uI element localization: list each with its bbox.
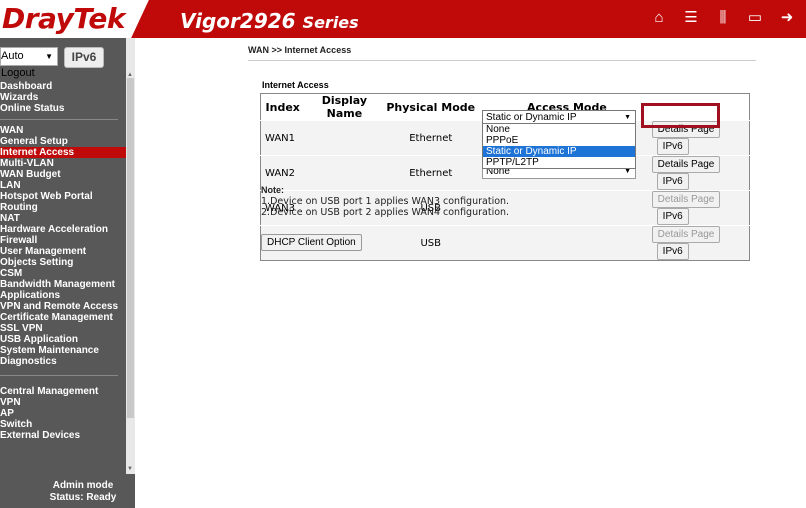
dropdown-option-none[interactable]: None bbox=[483, 124, 635, 135]
details-page-button[interactable]: Details Page bbox=[651, 226, 721, 243]
sidebar-item-user-management[interactable]: User Management bbox=[0, 246, 126, 257]
ipv6-label: IPv6 bbox=[71, 50, 97, 64]
home-icon[interactable]: ⌂ bbox=[650, 10, 668, 26]
logout-icon[interactable]: ➜ bbox=[778, 10, 796, 26]
sidebar-item-wan[interactable]: WAN bbox=[0, 125, 126, 136]
sliders-icon[interactable]: ⫼ bbox=[714, 10, 732, 26]
auto-logout-select[interactable]: Auto Logout ▼ bbox=[0, 47, 58, 79]
sidebar-item-hardware-acceleration[interactable]: Hardware Acceleration bbox=[0, 224, 126, 235]
sidebar-item-external-devices[interactable]: External Devices bbox=[0, 430, 126, 441]
chevron-down-icon: ▼ bbox=[45, 52, 53, 61]
display-icon[interactable]: ▭ bbox=[746, 10, 764, 26]
model-title: Vigor2926 Series bbox=[180, 9, 359, 33]
scrollbar-thumb[interactable] bbox=[127, 78, 134, 418]
access-mode-dropdown: None PPPoE Static or Dynamic IP PPTP/L2T… bbox=[482, 123, 636, 169]
sidebar-item-central-switch[interactable]: Switch bbox=[0, 419, 126, 430]
sidebar-item-internet-access[interactable]: Internet Access bbox=[0, 147, 126, 158]
menu-icon[interactable]: ☰ bbox=[682, 10, 700, 26]
sidebar-item-central-management[interactable]: Central Management bbox=[0, 386, 126, 397]
sidebar-item-nat[interactable]: NAT bbox=[0, 213, 126, 224]
sidebar-item-wizards[interactable]: Wizards bbox=[0, 92, 126, 103]
sidebar-item-vpn-remote-access[interactable]: VPN and Remote Access bbox=[0, 301, 126, 312]
row-physical-mode: USB bbox=[384, 225, 478, 261]
sidebar-menu: Dashboard Wizards Online Status WAN Gene… bbox=[0, 81, 126, 441]
sidebar-item-lan[interactable]: LAN bbox=[0, 180, 126, 191]
note-line-1: 1.Device on USB port 1 applies WAN3 conf… bbox=[261, 196, 510, 207]
ipv6-button[interactable]: IPv6 bbox=[656, 173, 689, 190]
sidebar-status: Admin mode Status: Ready bbox=[0, 480, 126, 504]
sidebar-item-wan-budget[interactable]: WAN Budget bbox=[0, 169, 126, 180]
wan1-access-mode-value: Static or Dynamic IP bbox=[486, 112, 577, 123]
sidebar-item-routing[interactable]: Routing bbox=[0, 202, 126, 213]
wan4-access-mode-value: None bbox=[486, 169, 510, 177]
model-series: Series bbox=[302, 13, 359, 32]
ipv6-button[interactable]: IPv6 bbox=[656, 208, 689, 225]
sidebar-divider bbox=[0, 119, 118, 120]
dropdown-option-pptp-l2tp[interactable]: PPTP/L2TP bbox=[483, 157, 635, 168]
sidebar-item-system-maintenance[interactable]: System Maintenance bbox=[0, 345, 126, 356]
column-header-physical-mode: Physical Mode bbox=[386, 100, 476, 114]
sidebar-item-applications[interactable]: Applications bbox=[0, 290, 126, 301]
ipv6-button[interactable]: IPv6 bbox=[656, 243, 689, 260]
note-label: Note: bbox=[261, 185, 284, 195]
section-title: Internet Access bbox=[262, 80, 329, 90]
scroll-down-icon[interactable]: ▼ bbox=[127, 466, 133, 472]
model-name: Vigor2926 bbox=[180, 9, 296, 33]
breadcrumb: WAN >> Internet Access bbox=[248, 45, 352, 55]
dhcp-client-option-button[interactable]: DHCP Client Option bbox=[261, 234, 362, 251]
wan4-access-mode-select[interactable]: None ▼ bbox=[482, 169, 636, 179]
draytek-logo: DrayTek bbox=[2, 2, 125, 35]
sidebar-item-central-vpn[interactable]: VPN bbox=[0, 397, 126, 408]
details-page-highlight bbox=[641, 103, 720, 128]
sidebar-item-bandwidth-management[interactable]: Bandwidth Management bbox=[0, 279, 126, 290]
column-header-display-name: Display Name bbox=[321, 94, 368, 120]
auto-logout-label: Auto Logout bbox=[1, 50, 35, 79]
sidebar-item-dashboard[interactable]: Dashboard bbox=[0, 81, 126, 92]
details-page-button[interactable]: Details Page bbox=[651, 191, 721, 208]
dropdown-option-pppoe[interactable]: PPPoE bbox=[483, 135, 635, 146]
row-index: WAN1 bbox=[260, 120, 305, 156]
row-display-name bbox=[304, 120, 385, 156]
sidebar-item-firewall[interactable]: Firewall bbox=[0, 235, 126, 246]
chevron-down-icon: ▼ bbox=[624, 169, 631, 175]
sidebar-item-hotspot-web-portal[interactable]: Hotspot Web Portal bbox=[0, 191, 126, 202]
status-label: Status: Ready bbox=[49, 492, 117, 503]
sidebar-item-multi-vlan[interactable]: Multi-VLAN bbox=[0, 158, 126, 169]
wan1-access-mode-select[interactable]: Static or Dynamic IP ▼ bbox=[482, 110, 636, 124]
sidebar-scrollbar[interactable]: ▲ ▼ bbox=[126, 38, 135, 474]
sidebar-item-usb-application[interactable]: USB Application bbox=[0, 334, 126, 345]
notes-section: Note: 1.Device on USB port 1 applies WAN… bbox=[261, 185, 509, 218]
sidebar-item-online-status[interactable]: Online Status bbox=[0, 103, 126, 114]
row-actions: Details Page IPv6 bbox=[651, 225, 750, 261]
row-physical-mode: Ethernet bbox=[384, 120, 478, 156]
admin-mode-label: Admin mode bbox=[52, 480, 114, 491]
row-actions: Details Page IPv6 bbox=[651, 190, 750, 226]
sidebar-item-ssl-vpn[interactable]: SSL VPN bbox=[0, 323, 126, 334]
sidebar-item-csm[interactable]: CSM bbox=[0, 268, 126, 279]
details-page-button[interactable]: Details Page bbox=[651, 156, 721, 173]
header-bar: DrayTek Vigor2926 Series ⌂ ☰ ⫼ ▭ ➜ bbox=[0, 0, 806, 38]
note-line-2: 2.Device on USB port 2 applies WAN4 conf… bbox=[261, 207, 510, 218]
sidebar-item-certificate-management[interactable]: Certificate Management bbox=[0, 312, 126, 323]
sidebar-divider bbox=[0, 375, 118, 376]
ipv6-button[interactable]: IPv6 bbox=[656, 138, 689, 155]
sidebar-item-general-setup[interactable]: General Setup bbox=[0, 136, 126, 147]
dropdown-option-static-dynamic-ip[interactable]: Static or Dynamic IP bbox=[483, 146, 635, 157]
row-access-mode-cell bbox=[477, 225, 657, 261]
row-actions: Details Page IPv6 bbox=[651, 155, 750, 191]
sidebar-item-diagnostics[interactable]: Diagnostics bbox=[0, 356, 126, 367]
sidebar-item-central-ap[interactable]: AP bbox=[0, 408, 126, 419]
breadcrumb-divider bbox=[248, 60, 756, 61]
sidebar-item-objects-setting[interactable]: Objects Setting bbox=[0, 257, 126, 268]
ipv6-toggle-button[interactable]: IPv6 bbox=[64, 47, 104, 68]
column-header-index: Index bbox=[265, 100, 300, 114]
header-icons: ⌂ ☰ ⫼ ▭ ➜ bbox=[650, 10, 796, 26]
